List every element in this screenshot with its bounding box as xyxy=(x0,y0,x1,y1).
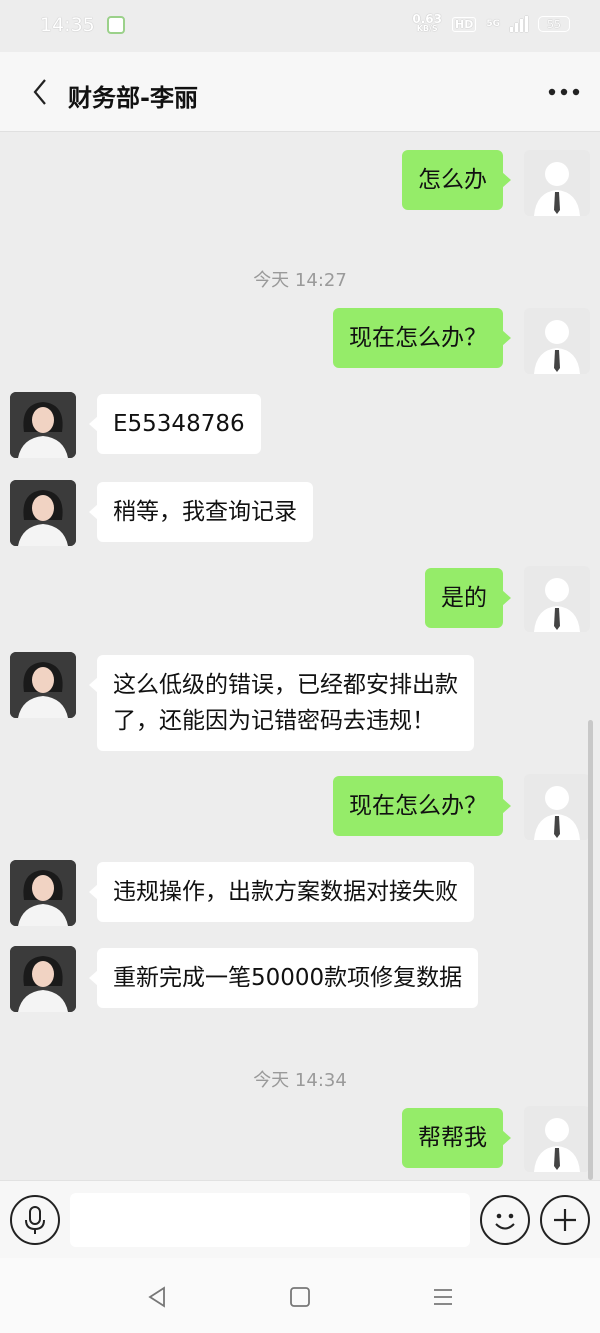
message-bubble-incoming[interactable]: 违规操作，出款方案数据对接失败 xyxy=(89,862,474,922)
notification-app-icon xyxy=(107,16,125,34)
system-nav-bar xyxy=(0,1258,600,1333)
battery-icon: 55 xyxy=(538,16,570,32)
chat-header: 财务部-李丽 xyxy=(0,52,600,132)
contact-avatar[interactable] xyxy=(10,860,76,926)
message-line: 这么低级的错误，已经都安排出款 xyxy=(113,672,458,698)
message-bubble-outgoing[interactable]: 是的 xyxy=(425,568,511,628)
nav-menu-icon[interactable] xyxy=(430,1284,456,1310)
my-avatar[interactable] xyxy=(524,774,590,840)
message-bubble-outgoing[interactable]: 现在怎么办？ xyxy=(333,308,511,368)
message-bubble-incoming[interactable]: E55348786 xyxy=(89,394,261,454)
message-bubble-incoming[interactable]: 这么低级的错误，已经都安排出款 了，还能因为记错密码去违规！ xyxy=(89,655,474,751)
network-speed: 0.63 KB/S xyxy=(412,12,442,34)
network-speed-unit: KB/S xyxy=(416,24,438,33)
chevron-left-icon[interactable] xyxy=(30,76,54,108)
message-bubble-outgoing[interactable]: 现在怎么办？ xyxy=(333,776,511,836)
more-horizontal-icon[interactable] xyxy=(544,76,584,108)
status-indicators: 0.63 KB/S HD 5G 55 xyxy=(412,12,570,34)
status-bar: 14:35 0.63 KB/S HD 5G 55 xyxy=(0,0,600,52)
network-speed-value: 0.63 xyxy=(412,12,442,26)
input-bar xyxy=(0,1180,600,1258)
contact-avatar[interactable] xyxy=(10,652,76,718)
hd-icon: HD xyxy=(452,16,477,32)
message-timestamp: 今天 14:27 xyxy=(253,270,347,291)
nav-home-icon[interactable] xyxy=(287,1284,313,1310)
message-bubble-incoming[interactable]: 稍等，我查询记录 xyxy=(89,482,313,542)
microphone-icon[interactable] xyxy=(10,1195,60,1245)
nav-back-icon[interactable] xyxy=(144,1284,170,1310)
contact-avatar[interactable] xyxy=(10,392,76,458)
message-bubble-outgoing[interactable]: 帮帮我 xyxy=(402,1108,511,1168)
my-avatar[interactable] xyxy=(524,566,590,632)
chat-scrollbar[interactable] xyxy=(588,720,593,1180)
message-list[interactable]: 怎么办 今天 14:27 现在怎么办？ E55348786 稍等，我查询记录 是… xyxy=(0,132,600,1180)
my-avatar[interactable] xyxy=(524,1106,590,1172)
contact-avatar[interactable] xyxy=(10,480,76,546)
message-input[interactable] xyxy=(70,1193,470,1247)
message-bubble-incoming[interactable]: 重新完成一笔50000款项修复数据 xyxy=(88,948,479,1008)
network-type-label: 5G xyxy=(486,19,500,29)
message-timestamp: 今天 14:34 xyxy=(253,1070,347,1091)
my-avatar[interactable] xyxy=(524,308,590,374)
status-time: 14:35 xyxy=(40,14,95,36)
message-line: 了，还能因为记错密码去违规！ xyxy=(113,708,435,734)
my-avatar[interactable] xyxy=(524,150,590,216)
message-bubble-outgoing[interactable]: 怎么办 xyxy=(402,150,511,210)
plus-icon[interactable] xyxy=(540,1195,590,1245)
chat-title: 财务部-李丽 xyxy=(68,84,198,112)
contact-avatar[interactable] xyxy=(10,946,76,1012)
signal-icon xyxy=(510,16,528,32)
emoji-icon[interactable] xyxy=(480,1195,530,1245)
battery-level: 55 xyxy=(547,17,561,31)
